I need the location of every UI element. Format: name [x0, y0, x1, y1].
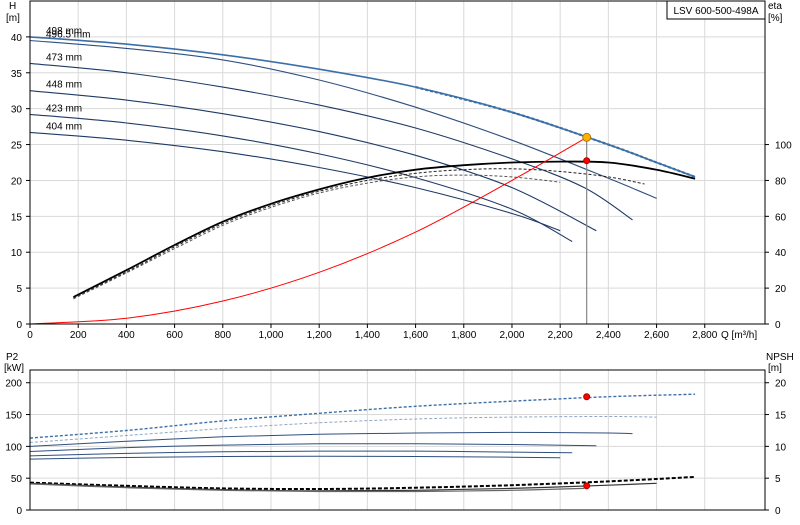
x-tick-label: 2,200: [548, 330, 573, 341]
operating-point-marker: [582, 132, 592, 142]
bottom-left-tick-label: 100: [5, 442, 22, 453]
head-curve-line: [29, 36, 696, 178]
head-curve-label: 423 mm: [46, 103, 82, 114]
top-right-axis-name: eta: [768, 1, 782, 12]
operating-point-marker: [583, 157, 591, 165]
top-right-tick-label: 60: [775, 212, 787, 223]
top-right-tick-label: 100: [775, 141, 792, 152]
top-left-tick-label: 10: [11, 248, 23, 259]
efficiency-curve-line: [72, 160, 696, 298]
x-axis-label: Q [m³/h]: [721, 330, 757, 341]
head-curve-line: [29, 113, 573, 242]
head-curve-label: 496.5 mm: [46, 29, 90, 40]
x-tick-label: 2,600: [644, 330, 669, 341]
top-right-axis-unit: [%]: [768, 13, 783, 24]
top-left-axis-name: H: [9, 1, 16, 12]
power-curve-line: [29, 415, 657, 443]
bottom-left-axis-name: P2: [6, 352, 19, 363]
operating-point-marker: [583, 393, 591, 401]
bottom-left-tick-label: 50: [11, 474, 23, 485]
chart-title: LSV 600-500-498A: [673, 6, 758, 17]
x-tick-label: 1,800: [451, 330, 476, 341]
head-curve-label: 404 mm: [46, 121, 82, 132]
top-left-tick-label: 0: [16, 320, 22, 331]
x-tick-label: 1,200: [307, 330, 332, 341]
bottom-right-axis-unit: [m]: [768, 363, 782, 374]
head-curve-extrapolated-line: [415, 86, 696, 178]
x-tick-label: 1,000: [258, 330, 283, 341]
top-right-tick-label: 0: [775, 320, 781, 331]
top-right-tick-label: 20: [775, 284, 787, 295]
x-tick-label: 0: [27, 330, 33, 341]
top-left-tick-label: 30: [11, 105, 23, 116]
x-tick-label: 2,000: [499, 330, 524, 341]
x-tick-label: 200: [70, 330, 87, 341]
bottom-right-tick-label: 20: [775, 379, 787, 390]
top-left-tick-label: 15: [11, 212, 23, 223]
x-tick-label: 2,800: [692, 330, 717, 341]
top-left-tick-label: 35: [11, 69, 23, 80]
top-right-tick-label: 40: [775, 248, 787, 259]
bottom-left-tick-label: 0: [16, 506, 22, 517]
top-left-tick-label: 5: [16, 284, 22, 295]
bottom-right-tick-label: 0: [775, 506, 781, 517]
x-tick-label: 2,400: [596, 330, 621, 341]
bottom-left-axis-unit: [kW]: [4, 363, 24, 374]
pump-performance-chart: 498 mm 496.5 mm 473 mm 448 mm 423 mm 404 mm 0…: [0, 0, 800, 520]
power-curve-line: [29, 431, 633, 447]
bottom-right-tick-label: 10: [775, 442, 787, 453]
x-tick-label: 1,600: [403, 330, 428, 341]
top-left-tick-label: 20: [11, 176, 23, 187]
head-curve-line: [29, 39, 657, 199]
operating-point-marker: [583, 482, 591, 490]
top-left-tick-label: 40: [11, 33, 23, 44]
bottom-right-axis-name: NPSH: [766, 352, 794, 363]
bottom-right-tick-label: 5: [775, 474, 781, 485]
x-tick-label: 1,400: [355, 330, 380, 341]
x-tick-label: 600: [166, 330, 183, 341]
top-right-tick-label: 80: [775, 176, 787, 187]
power-curve-line: [29, 455, 561, 460]
top-left-axis-unit: [m]: [6, 13, 20, 24]
head-curve-line: [29, 62, 633, 221]
x-tick-label: 400: [118, 330, 135, 341]
head-curve-label: 448 mm: [46, 80, 82, 91]
chart-svg: 498 mm496.5 mm473 mm448 mm423 mm404 mm 0…: [4, 0, 794, 517]
bottom-right-tick-label: 15: [775, 411, 787, 422]
x-tick-label: 800: [214, 330, 231, 341]
power-curve-line: [29, 450, 573, 457]
top-left-tick-label: 25: [11, 141, 23, 152]
bottom-left-tick-label: 150: [5, 411, 22, 422]
power-curve-line: [29, 443, 597, 452]
bottom-left-tick-label: 200: [5, 379, 22, 390]
head-curve-label: 473 mm: [46, 52, 82, 63]
